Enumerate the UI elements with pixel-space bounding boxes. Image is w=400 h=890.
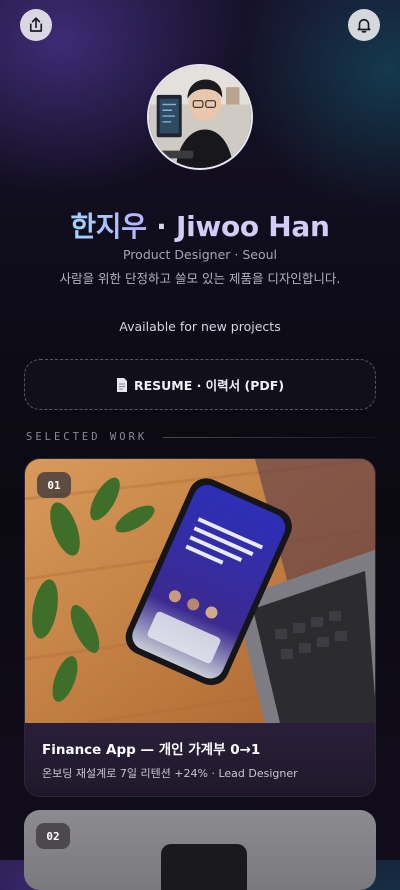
project-title: Finance App — 개인 가계부 0→1 [42,742,261,758]
bell-icon [357,18,371,33]
profile-name: 한지우 · Jiwoo Han [0,205,400,245]
availability-status: Available for new projects [119,319,281,334]
name-separator: · [146,210,176,243]
project-card[interactable]: 02 [24,810,376,890]
share-icon [29,17,43,32]
project-index-badge: 02 [36,823,70,849]
avatar [147,64,253,170]
document-icon [116,377,127,392]
notifications-button[interactable] [348,9,380,41]
section-title: SELECTED WORK [26,431,148,443]
project-card[interactable]: 01 Finance App — 개인 가계부 0→1 온보딩 재설계로 7일 … [24,458,376,797]
project-thumbnail [25,459,375,723]
name-korean: 한지우 [70,210,147,243]
tagline: 사람을 위한 단정하고 쓸모 있는 제품을 디자인합니다. [59,271,341,286]
name-english: Jiwoo Han [175,210,330,243]
role-location: Product Designer · Seoul [122,247,277,262]
project-meta: 온보딩 재설계로 7일 리텐션 +24% · Lead Designer [42,767,298,780]
avatar-photo [149,66,251,168]
section-divider [163,437,376,438]
share-button[interactable] [20,9,52,41]
resume-download-button[interactable]: RESUME · 이력서 (PDF) [24,359,376,410]
project-index-badge: 01 [37,472,71,498]
project-info [25,723,375,796]
resume-label: RESUME · 이력서 (PDF) [133,378,285,393]
project-thumbnail [161,844,247,890]
